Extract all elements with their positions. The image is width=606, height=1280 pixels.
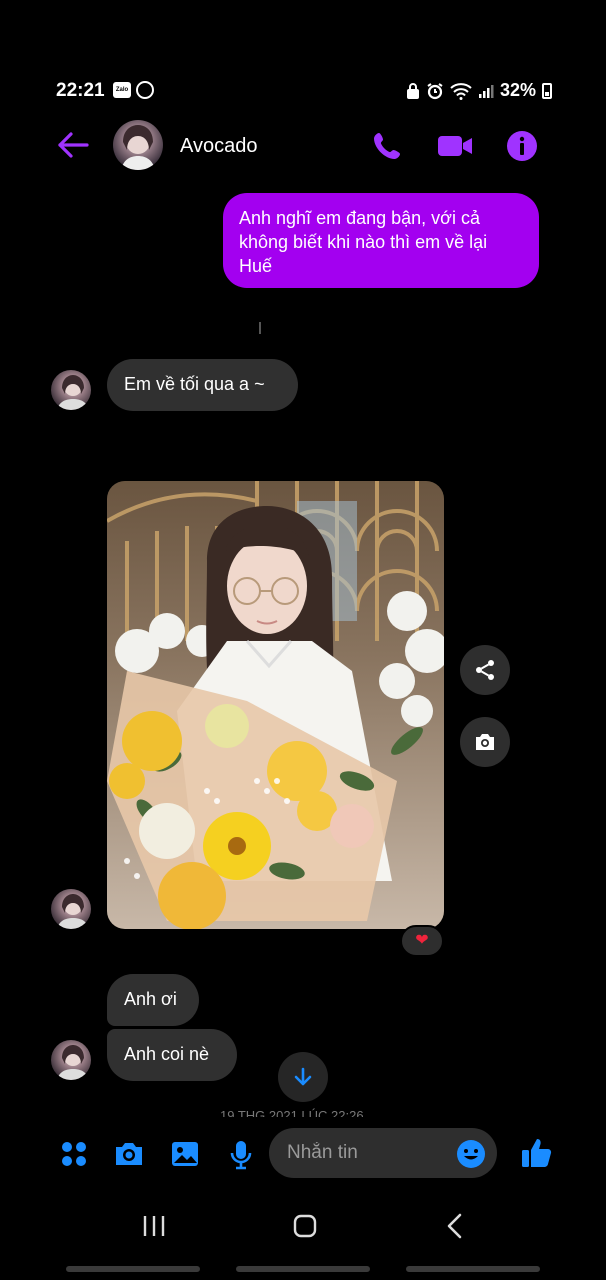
alarm-lock-icon bbox=[406, 82, 419, 99]
contact-name[interactable]: Avocado bbox=[180, 135, 257, 158]
zalo-icon: Zalo bbox=[113, 82, 131, 98]
incoming-message-bubble[interactable]: Anh coi nè bbox=[107, 1029, 237, 1081]
sender-avatar[interactable] bbox=[51, 889, 91, 929]
thumbs-up-icon[interactable] bbox=[519, 1136, 553, 1170]
share-button[interactable] bbox=[460, 645, 510, 695]
video-call-icon[interactable] bbox=[437, 132, 473, 160]
incoming-message-bubble[interactable]: Em về tối qua a ~ bbox=[107, 359, 298, 411]
heart-reaction[interactable]: ❤ bbox=[400, 925, 444, 957]
gesture-bar-right bbox=[406, 1266, 540, 1272]
sender-avatar[interactable] bbox=[51, 370, 91, 410]
sender-avatar[interactable] bbox=[51, 1040, 91, 1080]
back-arrow-icon[interactable] bbox=[56, 130, 90, 160]
status-bar: 22:21 Zalo 32% bbox=[0, 72, 606, 112]
chat-header: Avocado bbox=[0, 118, 606, 174]
gesture-bar-left bbox=[66, 1266, 200, 1272]
battery-icon bbox=[542, 82, 552, 99]
timestamp-text: 19 THG 2021 LÚC 22:26 bbox=[220, 1108, 364, 1117]
wifi-icon bbox=[450, 82, 472, 100]
gallery-icon[interactable] bbox=[169, 1138, 201, 1170]
info-icon[interactable] bbox=[506, 130, 538, 162]
back-nav-icon[interactable] bbox=[440, 1210, 472, 1242]
arrow-down-icon bbox=[294, 1067, 312, 1086]
message-composer bbox=[0, 1128, 606, 1180]
alarm-icon bbox=[427, 82, 443, 99]
save-photo-button[interactable] bbox=[460, 717, 510, 767]
scroll-to-bottom-button[interactable] bbox=[278, 1052, 328, 1102]
read-indicator bbox=[259, 322, 261, 334]
recent-apps-icon[interactable] bbox=[138, 1210, 170, 1242]
contact-avatar[interactable] bbox=[113, 120, 163, 170]
outgoing-message-bubble[interactable]: Anh nghĩ em đang bận, với cả không biết … bbox=[223, 193, 539, 288]
camera-icon[interactable] bbox=[113, 1138, 145, 1170]
status-indicators: 32% bbox=[406, 80, 552, 101]
home-icon[interactable] bbox=[289, 1210, 321, 1242]
battery-percent: 32% bbox=[499, 80, 536, 100]
photo-attachment[interactable] bbox=[107, 481, 444, 929]
incoming-message-bubble[interactable]: Anh ơi bbox=[107, 974, 199, 1026]
signal-icon bbox=[478, 84, 494, 98]
phone-call-icon[interactable] bbox=[371, 130, 403, 162]
system-navigation-bar bbox=[0, 1196, 606, 1256]
messenger-notification-icon bbox=[136, 81, 154, 99]
microphone-icon[interactable] bbox=[225, 1138, 257, 1170]
gesture-bar-center bbox=[236, 1266, 370, 1272]
share-icon bbox=[476, 660, 494, 680]
timestamp-divider: 19 THG 2021 LÚC 22:26 bbox=[220, 1108, 390, 1117]
emoji-icon[interactable] bbox=[456, 1139, 486, 1169]
camera-icon bbox=[476, 734, 494, 750]
menu-grid-icon[interactable] bbox=[58, 1138, 90, 1170]
status-time: 22:21 bbox=[56, 80, 105, 101]
